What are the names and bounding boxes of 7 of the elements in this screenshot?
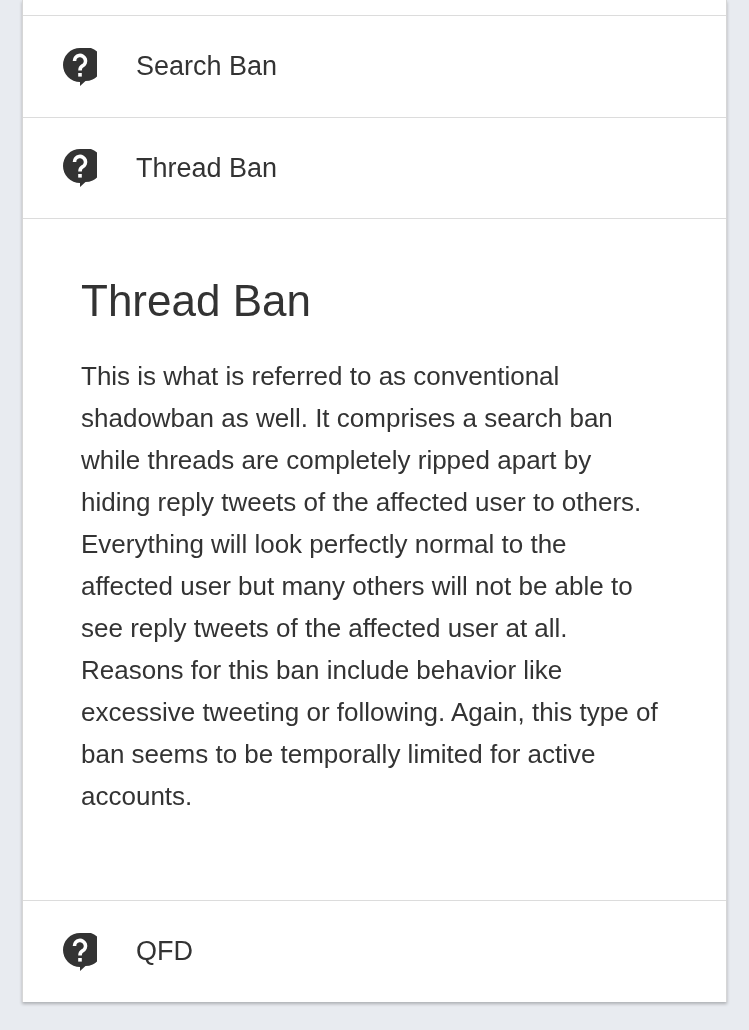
- question-toggle[interactable]: QFD: [23, 901, 726, 1002]
- answer-text: This is what is referred to as conventional shadowban as well. It comprises a search ban while threads are completely ripped apart by hiding reply tweets of the affected user to others. Everything will look perfectly normal to the affected user but many others will not be able to see reply tweets of the affected user at all. Reasons for this ban include behavior like excessive tweeting or following. Again, this type of ban seems to be temporally limited for active accounts.: [81, 360, 659, 813]
- help-bubble-icon: [63, 47, 97, 86]
- help-bubble-icon: [63, 149, 97, 187]
- question-toggle[interactable]: Search Ban: [23, 16, 726, 117]
- answer-heading: Thread Ban: [81, 275, 312, 327]
- help-bubble-icon: [63, 932, 97, 971]
